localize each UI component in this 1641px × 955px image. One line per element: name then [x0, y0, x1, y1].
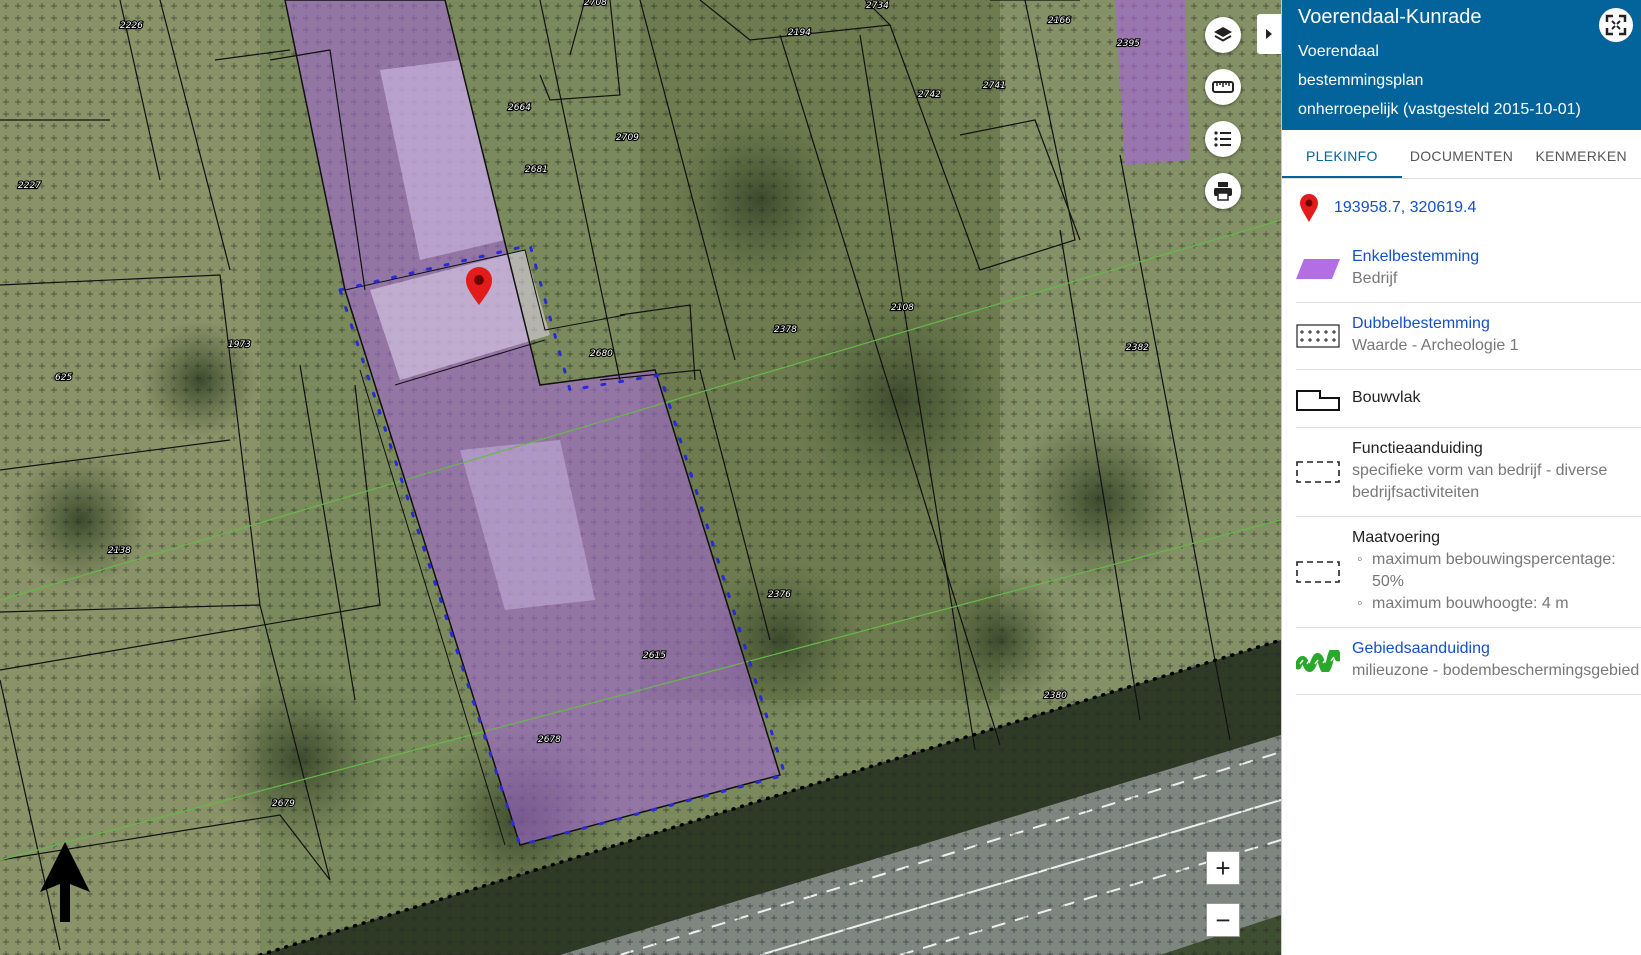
zoom-out-button[interactable]: − [1206, 903, 1240, 937]
chevron-right-icon [1266, 29, 1272, 39]
maatvoering-item: maximum bebouwingspercentage: 50% [1352, 549, 1641, 593]
parcel-number: 2376 [768, 590, 791, 600]
bouwvlak-label: Bouwvlak [1352, 388, 1421, 406]
functieaanduiding-icon [1296, 461, 1340, 483]
fullscreen-icon [1605, 14, 1627, 36]
parcel-number: 2709 [616, 133, 639, 143]
plan-status: onherroepelijk (vastgesteld 2015-10-01) [1298, 101, 1581, 118]
bouwvlak-icon [1296, 389, 1340, 411]
coordinates-text[interactable]: 193958.7, 320619.4 [1334, 199, 1476, 217]
parcel-number: 2380 [1044, 691, 1067, 701]
map-toolbar [1205, 17, 1241, 225]
layers-button[interactable] [1205, 17, 1241, 53]
maatvoering-item: maximum bouwhoogte: 4 m [1352, 593, 1641, 615]
legend-dubbelbestemming: Dubbelbestemming Waarde - Archeologie 1 [1296, 303, 1641, 370]
aerial-map: 2226 2227 2664 2709 2681 2194 2166 2395 2742 2741… [0, 0, 1281, 955]
plan-type: bestemmingsplan [1298, 72, 1424, 89]
gebiedsaanduiding-value: milieuzone - bodembeschermingsgebied [1352, 662, 1640, 679]
tab-kenmerken[interactable]: KENMERKEN [1521, 130, 1641, 178]
layers-icon [1214, 27, 1232, 42]
dubbelbestemming-value: Waarde - Archeologie 1 [1352, 337, 1519, 354]
parcel-number: 625 [55, 373, 72, 383]
north-arrow-icon [40, 842, 90, 927]
parcel-number: 2708 [584, 0, 607, 8]
plan-title: Voerendaal-Kunrade [1298, 6, 1482, 28]
parcel-number: 2742 [918, 90, 941, 100]
parcel-number: 2166 [1048, 16, 1071, 26]
parcel-number: 2194 [788, 28, 811, 38]
dubbelbestemming-link[interactable]: Dubbelbestemming [1352, 313, 1641, 335]
gebiedsaanduiding-icon [1296, 650, 1340, 672]
legend-bouwvlak: Bouwvlak [1296, 370, 1641, 428]
legend-enkelbestemming: Enkelbestemming Bedrijf [1296, 236, 1641, 303]
legend-gebiedsaanduiding: Gebiedsaanduiding milieuzone - bodembesc… [1296, 628, 1641, 695]
tab-plekinfo[interactable]: PLEKINFO [1282, 130, 1402, 178]
info-panel: Voerendaal-Kunrade Voerendaal bestemming… [1281, 0, 1641, 955]
maatvoering-icon [1296, 561, 1340, 583]
parcel-number: 2395 [1117, 39, 1140, 49]
legend-functieaanduiding: Functieaanduiding specifieke vorm van be… [1296, 428, 1641, 517]
maatvoering-list: maximum bebouwingspercentage: 50% maximu… [1352, 549, 1641, 615]
maatvoering-label: Maatvoering [1352, 529, 1441, 546]
functieaanduiding-label: Functieaanduiding [1352, 440, 1483, 457]
plan-header: Voerendaal-Kunrade Voerendaal bestemming… [1282, 0, 1641, 130]
functieaanduiding-value: specifieke vorm van bedrijf - diverse be… [1352, 462, 1608, 501]
gebiedsaanduiding-link[interactable]: Gebiedsaanduiding [1352, 638, 1641, 660]
parcel-number: 2382 [1126, 343, 1149, 353]
location-pin-icon [1300, 193, 1318, 222]
parcel-number: 2378 [774, 325, 797, 335]
list-icon [1214, 131, 1231, 147]
parcel-number: 2734 [866, 1, 889, 11]
enkelbestemming-link[interactable]: Enkelbestemming [1352, 246, 1641, 268]
parcel-number: 1973 [228, 340, 251, 350]
coordinates-row: 193958.7, 320619.4 [1282, 179, 1641, 236]
parcel-number: 2680 [590, 349, 613, 359]
parcel-number: 2138 [108, 546, 131, 556]
map-view[interactable]: 2226 2227 2664 2709 2681 2194 2166 2395 2742 2741… [0, 0, 1281, 955]
panel-collapse-button[interactable] [1257, 14, 1281, 54]
parcel-number: 2678 [538, 735, 561, 745]
panel-tabs: PLEKINFO DOCUMENTEN KENMERKEN [1282, 130, 1641, 179]
print-icon [1214, 182, 1232, 201]
plan-legend: Enkelbestemming Bedrijf Dubbelbestemming… [1282, 236, 1641, 695]
enkelbestemming-icon [1296, 259, 1340, 279]
parcel-number: 2226 [120, 21, 143, 31]
parcel-number: 2615 [643, 651, 666, 661]
parcel-number: 2664 [508, 103, 531, 113]
dubbelbestemming-icon [1296, 324, 1340, 348]
measure-button[interactable] [1205, 69, 1241, 105]
ruler-icon [1212, 81, 1234, 93]
legend-maatvoering: Maatvoering maximum bebouwingspercentage… [1296, 517, 1641, 628]
fullscreen-button[interactable] [1599, 8, 1633, 42]
parcel-number: 2679 [272, 799, 295, 809]
parcel-number: 2741 [983, 81, 1006, 91]
parcel-number: 2681 [525, 165, 548, 175]
legend-button[interactable] [1205, 121, 1241, 157]
zoom-in-button[interactable]: + [1206, 851, 1240, 885]
tab-documenten[interactable]: DOCUMENTEN [1402, 130, 1522, 178]
parcel-number: 2108 [891, 303, 914, 313]
parcel-number: 2227 [18, 181, 41, 191]
enkelbestemming-value: Bedrijf [1352, 270, 1398, 287]
municipality: Voerendaal [1298, 43, 1379, 60]
print-button[interactable] [1205, 173, 1241, 209]
